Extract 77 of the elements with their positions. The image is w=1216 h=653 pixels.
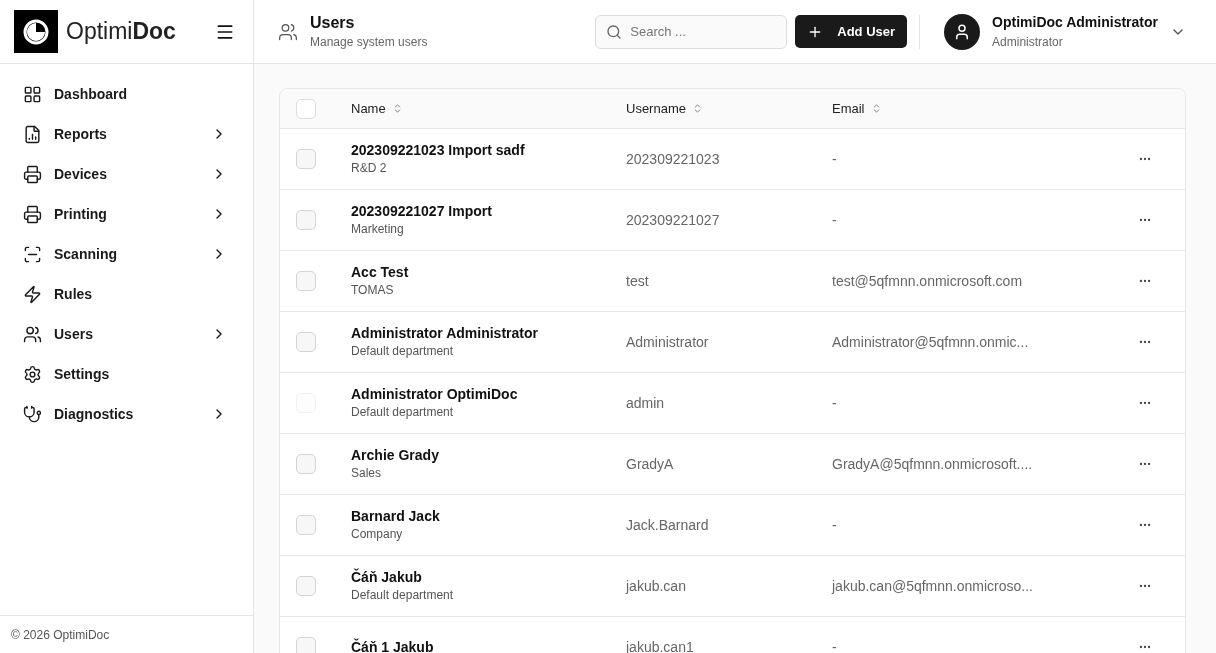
avatar-icon xyxy=(944,13,981,50)
department: Default department xyxy=(351,587,455,604)
table-cell-text: 202309221023 xyxy=(626,149,720,169)
checkbox[interactable] xyxy=(296,576,316,596)
checkbox[interactable] xyxy=(296,210,316,230)
user-role: Administrator xyxy=(992,34,1064,51)
checkbox[interactable] xyxy=(296,454,316,474)
table-cell-text: 202309221027 xyxy=(626,210,720,230)
printer-icon xyxy=(23,204,42,224)
sidebar-item[interactable]: Reports xyxy=(0,114,253,154)
table-cell-text: test xyxy=(626,271,649,291)
department: Company xyxy=(351,526,404,543)
table-cell-text: - xyxy=(832,149,837,169)
user-full-name: Administrator OptimiDoc xyxy=(351,385,519,403)
lightning-icon xyxy=(23,284,42,304)
copyright: © 2026 OptimiDoc xyxy=(11,626,110,644)
user-full-name: Barnard Jack xyxy=(351,507,441,525)
department: TOMAS xyxy=(351,282,395,299)
department: R&D 2 xyxy=(351,160,388,177)
sidebar-item[interactable]: Devices xyxy=(0,154,253,194)
checkbox[interactable] xyxy=(296,637,316,653)
search-icon xyxy=(606,23,623,40)
table-cell-text: Administrator@5qfmnn.onmic... xyxy=(832,332,1029,352)
department: Default department xyxy=(351,343,455,360)
table-cell-text: - xyxy=(832,515,837,535)
sidebar-item[interactable]: Settings xyxy=(0,354,253,394)
department: Marketing xyxy=(351,221,405,238)
checkbox[interactable] xyxy=(296,515,316,535)
user-full-name: Acc Test xyxy=(351,263,410,281)
sidebar-item[interactable]: Dashboard xyxy=(0,74,253,114)
table-cell-text: - xyxy=(832,210,837,230)
table-cell-text: - xyxy=(832,637,837,653)
department: Sales xyxy=(351,465,383,482)
table-cell-text: test@5qfmnn.onmicrosoft.com xyxy=(832,271,1023,291)
printer-icon xyxy=(23,164,42,184)
settings-icon xyxy=(23,364,42,384)
column-header[interactable]: Name xyxy=(351,98,403,119)
users-icon xyxy=(278,21,298,42)
table-cell-text: jakub.can@5qfmnn.onmicroso... xyxy=(832,576,1033,596)
add-user-button[interactable]: Add User xyxy=(795,15,908,48)
user-full-name: Čáň 1 Jakub xyxy=(351,638,435,653)
user-full-name: Čáň Jakub xyxy=(351,568,423,586)
user-full-name: Archie Grady xyxy=(351,446,440,464)
user-full-name: Administrator Administrator xyxy=(351,324,539,342)
brand-name: OptimiDoc xyxy=(66,17,176,47)
scan-icon xyxy=(23,244,42,264)
user-full-name: 202309221023 Import sadf xyxy=(351,141,526,159)
table-cell-text: GradyA@5qfmnn.onmicrosoft.... xyxy=(832,454,1033,474)
user-name: OptimiDoc Administrator xyxy=(992,13,1158,32)
sidebar-item[interactable]: Scanning xyxy=(0,234,253,274)
table-cell-text: Jack.Barnard xyxy=(626,515,709,535)
grid-icon xyxy=(23,84,42,104)
checkbox[interactable] xyxy=(296,98,316,119)
table-cell-text: jakub.can xyxy=(626,576,686,596)
sidebar-item[interactable]: Diagnostics xyxy=(0,394,253,434)
checkbox[interactable] xyxy=(296,149,316,169)
user-full-name: 202309221027 Import xyxy=(351,202,493,220)
table-cell-text: - xyxy=(832,393,837,413)
checkbox[interactable] xyxy=(296,332,316,352)
table-cell-text: admin xyxy=(626,393,665,413)
table-cell-text: Administrator xyxy=(626,332,709,352)
search-input[interactable]: Search ... xyxy=(630,21,771,42)
department: Default department xyxy=(351,404,455,421)
checkbox[interactable] xyxy=(296,271,316,291)
users-icon xyxy=(23,324,42,344)
sidebar-item[interactable]: Users xyxy=(0,314,253,354)
sidebar-item[interactable]: Printing xyxy=(0,194,253,234)
table-cell-text: GradyA xyxy=(626,454,674,474)
sidebar-item[interactable]: Rules xyxy=(0,274,253,314)
report-icon xyxy=(23,124,42,144)
stethoscope-icon xyxy=(23,404,42,424)
page-subtitle: Manage system users xyxy=(310,33,428,51)
logo-icon xyxy=(14,10,58,53)
page-title: Users xyxy=(310,12,356,33)
search-field[interactable]: Search ... xyxy=(595,14,788,49)
column-header[interactable]: Email xyxy=(832,98,882,119)
column-header[interactable]: Username xyxy=(626,98,703,119)
